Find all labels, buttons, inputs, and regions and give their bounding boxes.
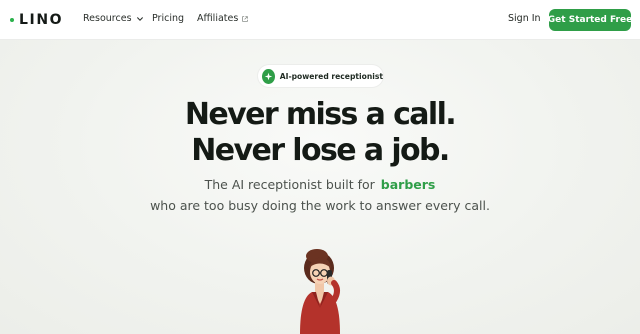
external-link-icon (242, 15, 249, 22)
nav-pricing[interactable]: Pricing (152, 13, 184, 24)
headline-line-2: Never lose a job. (191, 133, 450, 168)
subtitle-line-1: The AI receptionist built for barbers (0, 177, 640, 192)
get-started-button[interactable]: Get Started Free (548, 9, 632, 31)
logo[interactable]: LINO (10, 11, 63, 29)
sign-in-link[interactable]: Sign In (508, 13, 541, 24)
subtitle-prefix: The AI receptionist built for (204, 177, 375, 192)
receptionist-illustration (300, 249, 340, 334)
top-navbar: LINO Resources Pricing Affiliates Sign I… (0, 0, 640, 40)
nav-resources-label: Resources (83, 13, 132, 24)
nav-affiliates-label: Affiliates (197, 13, 239, 24)
sparkle-icon (262, 68, 275, 84)
logo-dot (10, 18, 14, 22)
chevron-down-icon (136, 16, 143, 21)
nav-pricing-label: Pricing (152, 13, 185, 24)
subtitle-line-2: who are too busy doing the work to answe… (150, 198, 490, 213)
nav-affiliates[interactable]: Affiliates (197, 13, 249, 24)
nav-resources[interactable]: Resources (83, 13, 144, 24)
subtitle-highlight: barbers (380, 177, 436, 192)
logo-text: LINO (19, 12, 64, 28)
ai-badge: AI-powered receptionist (258, 65, 383, 87)
ai-badge-label: AI-powered receptionist (279, 71, 383, 81)
headline-line-1: Never miss a call. (184, 97, 457, 132)
